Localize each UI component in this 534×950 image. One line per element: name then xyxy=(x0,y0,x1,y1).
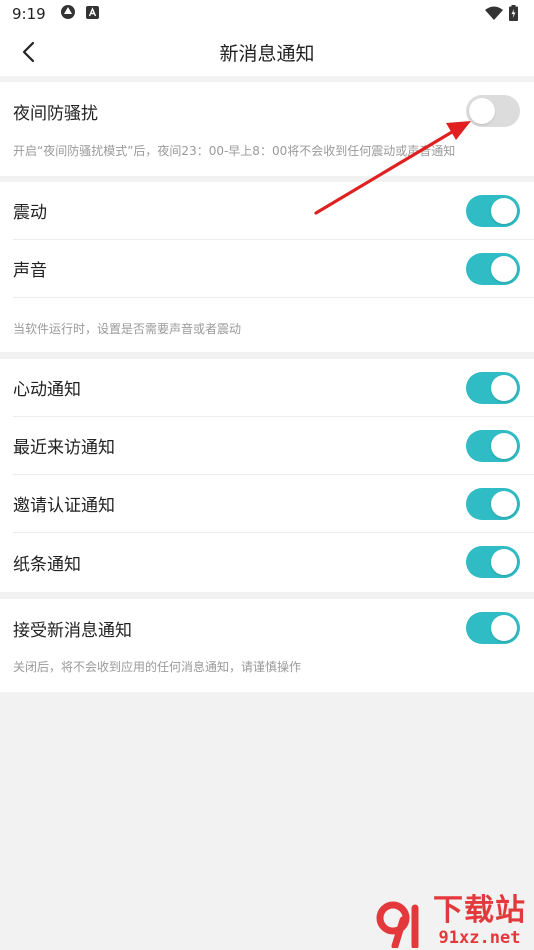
sound-toggle[interactable] xyxy=(466,253,520,285)
toggle-knob xyxy=(491,549,517,575)
vibration-toggle[interactable] xyxy=(466,195,520,227)
master-row: 接受新消息通知 xyxy=(13,599,534,657)
dnd-toggle[interactable] xyxy=(466,95,520,127)
toggle-knob xyxy=(491,198,517,224)
page-title: 新消息通知 xyxy=(219,42,315,65)
app-icon xyxy=(60,4,76,24)
heartbeat-toggle[interactable] xyxy=(466,372,520,404)
master-section: 接受新消息通知 关闭后，将不会收到应用的任何消息通知，请谨慎操作 xyxy=(0,599,534,692)
battery-icon xyxy=(509,5,518,25)
alerts-hint: 当软件运行时，设置是否需要声音或者震动 xyxy=(13,322,242,336)
recent-visit-label: 最近来访通知 xyxy=(13,438,115,458)
heartbeat-label: 心动通知 xyxy=(13,380,81,400)
master-label: 接受新消息通知 xyxy=(13,620,132,641)
toggle-knob xyxy=(469,98,495,124)
master-toggle[interactable] xyxy=(466,612,520,644)
dnd-row: 夜间防骚扰 xyxy=(13,82,534,140)
notifications-section: 心动通知 最近来访通知 邀请认证通知 纸条通知 xyxy=(0,359,534,592)
dnd-label: 夜间防骚扰 xyxy=(13,103,98,124)
dnd-section: 夜间防骚扰 开启“夜间防骚扰模式”后，夜间23：00-早上8：00将不会收到任何… xyxy=(0,82,534,176)
note-row: 纸条通知 xyxy=(13,533,534,591)
invite-verify-toggle[interactable] xyxy=(466,488,520,520)
toggle-knob xyxy=(491,256,517,282)
invite-verify-label: 邀请认证通知 xyxy=(13,496,115,516)
heartbeat-row: 心动通知 xyxy=(13,359,534,417)
vibration-row: 震动 xyxy=(13,182,534,240)
dnd-hint: 开启“夜间防骚扰模式”后，夜间23：00-早上8：00将不会收到任何震动或声音通… xyxy=(13,144,456,158)
watermark-url: 91xz.net xyxy=(438,928,521,948)
recent-visit-row: 最近来访通知 xyxy=(13,417,534,475)
status-time: 9:19 xyxy=(12,5,46,23)
watermark-title: 下载站 xyxy=(433,893,526,928)
wifi-icon xyxy=(485,6,503,24)
toggle-knob xyxy=(491,433,517,459)
toggle-knob xyxy=(491,375,517,401)
master-hint: 关闭后，将不会收到应用的任何消息通知，请谨慎操作 xyxy=(13,660,302,674)
font-icon xyxy=(85,5,99,23)
sound-label: 声音 xyxy=(13,261,47,281)
toggle-knob xyxy=(491,491,517,517)
sound-row: 声音 xyxy=(13,240,534,298)
invite-verify-row: 邀请认证通知 xyxy=(13,475,534,533)
watermark-logo-icon xyxy=(376,901,419,948)
watermark: 下载站 91xz.net xyxy=(373,894,526,948)
note-toggle[interactable] xyxy=(466,546,520,578)
vibration-label: 震动 xyxy=(13,203,47,223)
chevron-left-icon xyxy=(22,41,35,63)
status-bar: 9:19 xyxy=(0,0,534,28)
toggle-knob xyxy=(491,615,517,641)
note-label: 纸条通知 xyxy=(13,554,81,575)
back-button[interactable] xyxy=(14,38,42,66)
recent-visit-toggle[interactable] xyxy=(466,430,520,462)
nav-bar: 新消息通知 xyxy=(0,28,534,76)
alerts-section: 震动 声音 当软件运行时，设置是否需要声音或者震动 xyxy=(0,182,534,352)
